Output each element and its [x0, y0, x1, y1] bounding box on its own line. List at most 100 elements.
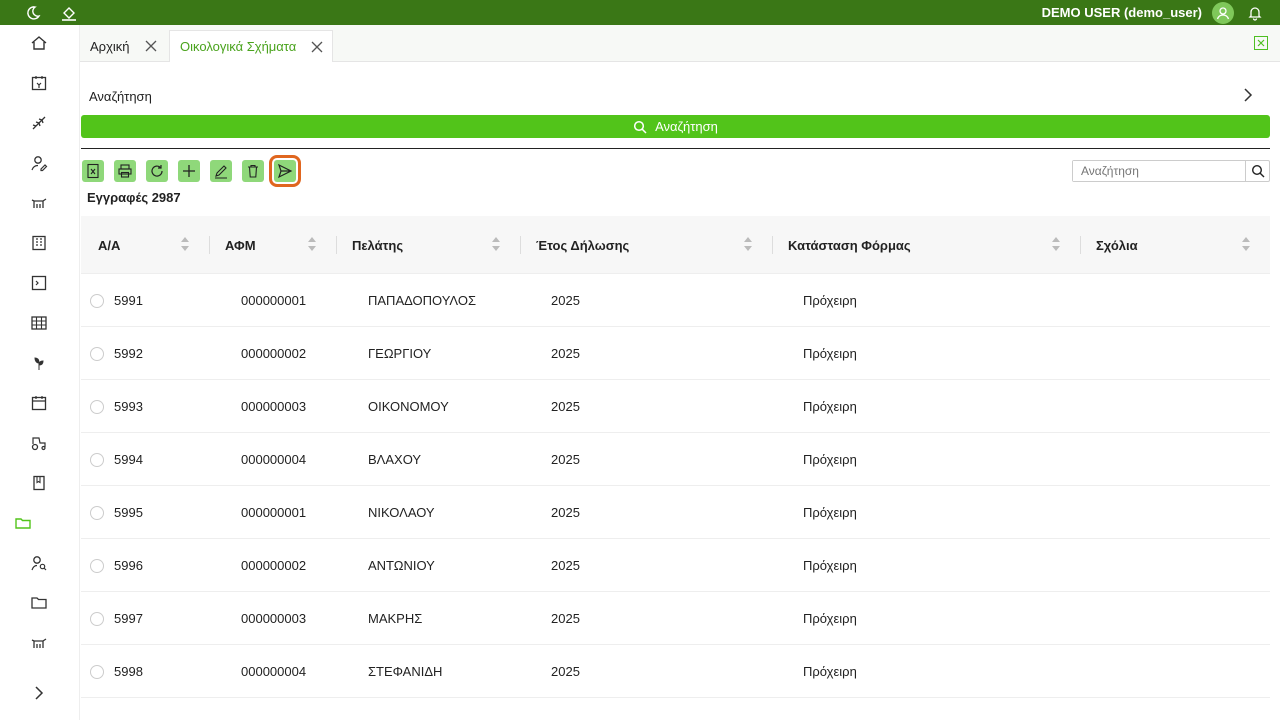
search-input[interactable] — [1073, 161, 1245, 181]
column-separator — [1080, 236, 1081, 254]
cell-client: ΒΛΑΧΟΥ — [368, 452, 422, 467]
search-panel[interactable]: Αναζήτηση — [81, 76, 1270, 116]
table-row[interactable]: 5993 000000003 ΟΙΚΟΝΟΜΟΥ 2025 Πρόχειρη — [81, 380, 1270, 433]
tab-home[interactable]: Αρχική — [80, 30, 166, 62]
search-button-label: Αναζήτηση — [655, 119, 718, 134]
table-row[interactable]: 5998 000000004 ΣΤΕΦΑΝΙΔΗ 2025 Πρόχειρη — [81, 645, 1270, 698]
user-name[interactable]: DEMO USER (demo_user) — [1042, 5, 1202, 20]
cell-afm: 000000003 — [241, 399, 307, 414]
row-radio[interactable] — [90, 453, 104, 467]
tab-bar: Αρχική Οικολογικά Σχήματα — [80, 25, 1280, 62]
export-excel-icon[interactable] — [1254, 36, 1268, 50]
refresh-icon[interactable] — [146, 160, 168, 182]
sort-icon[interactable] — [1240, 233, 1252, 255]
row-radio[interactable] — [90, 612, 104, 626]
cell-afm: 000000002 — [241, 558, 307, 573]
cell-aa: 5991 — [114, 293, 143, 308]
search-icon[interactable] — [1245, 161, 1269, 181]
send-icon[interactable] — [269, 155, 301, 187]
folder-icon[interactable] — [27, 591, 51, 615]
column-header-comments[interactable]: Σχόλια — [1096, 216, 1138, 274]
chevron-right-icon[interactable] — [27, 681, 51, 705]
search-button[interactable]: Αναζήτηση — [81, 115, 1270, 138]
plant-icon[interactable] — [27, 351, 51, 375]
cell-aa: 5996 — [114, 558, 143, 573]
row-radio[interactable] — [90, 347, 104, 361]
user-search-icon[interactable] — [27, 551, 51, 575]
cell-year: 2025 — [551, 452, 580, 467]
home-icon[interactable] — [27, 31, 51, 55]
column-header-status[interactable]: Κατάσταση Φόρμας — [788, 216, 911, 274]
cell-year: 2025 — [551, 611, 580, 626]
table-row[interactable]: 5991 000000001 ΠΑΠΑΔΟΠΟΥΛΟΣ 2025 Πρόχειρ… — [81, 274, 1270, 327]
cow-icon[interactable] — [27, 191, 51, 215]
building-icon[interactable] — [27, 231, 51, 255]
column-header-aa[interactable]: Α/Α — [98, 216, 120, 274]
cell-afm: 000000004 — [241, 664, 307, 679]
sort-icon[interactable] — [1050, 233, 1062, 255]
column-header-afm[interactable]: ΑΦΜ — [225, 216, 256, 274]
bell-icon[interactable] — [1244, 2, 1266, 24]
calendar-icon[interactable] — [27, 391, 51, 415]
table-row[interactable]: 5995 000000001 ΝΙΚΟΛΑΟΥ 2025 Πρόχειρη — [81, 486, 1270, 539]
cell-aa: 5993 — [114, 399, 143, 414]
table-row[interactable]: 5992 000000002 ΓΕΩΡΓΙΟΥ 2025 Πρόχειρη — [81, 327, 1270, 380]
cell-aa: 5998 — [114, 664, 143, 679]
cell-status: Πρόχειρη — [803, 346, 857, 361]
records-count: Εγγραφές 2987 — [87, 190, 181, 205]
cell-status: Πρόχειρη — [803, 452, 857, 467]
sort-icon[interactable] — [490, 233, 502, 255]
folder-open-icon[interactable] — [11, 511, 35, 535]
add-icon[interactable] — [178, 160, 200, 182]
column-header-year[interactable]: Έτος Δήλωσης — [536, 216, 629, 274]
cell-aa: 5992 — [114, 346, 143, 361]
column-header-client[interactable]: Πελάτης — [352, 216, 403, 274]
calendar-money-icon[interactable] — [27, 71, 51, 95]
cell-year: 2025 — [551, 346, 580, 361]
moon-icon[interactable] — [22, 2, 44, 24]
row-radio[interactable] — [90, 400, 104, 414]
search-panel-label: Αναζήτηση — [89, 88, 152, 104]
paint-bucket-icon[interactable] — [58, 2, 80, 24]
cell-client: ΠΑΠΑΔΟΠΟΥΛΟΣ — [368, 293, 476, 308]
chevron-right-icon[interactable] — [1240, 87, 1256, 106]
row-radio[interactable] — [90, 559, 104, 573]
cell-status: Πρόχειρη — [803, 505, 857, 520]
book-icon[interactable] — [27, 471, 51, 495]
sort-icon[interactable] — [306, 233, 318, 255]
close-icon[interactable] — [308, 38, 326, 56]
row-radio[interactable] — [90, 665, 104, 679]
table-row[interactable]: 5997 000000003 ΜΑΚΡΗΣ 2025 Πρόχειρη — [81, 592, 1270, 645]
tab-eco-schemes[interactable]: Οικολογικά Σχήματα — [169, 30, 334, 62]
divider — [81, 148, 1270, 149]
edit-icon[interactable] — [210, 160, 232, 182]
excel-icon[interactable] — [82, 160, 104, 182]
print-icon[interactable] — [114, 160, 136, 182]
sort-icon[interactable] — [179, 233, 191, 255]
cell-year: 2025 — [551, 293, 580, 308]
cell-aa: 5997 — [114, 611, 143, 626]
user-edit-icon[interactable] — [27, 151, 51, 175]
cell-status: Πρόχειρη — [803, 611, 857, 626]
row-radio[interactable] — [90, 506, 104, 520]
wheat-icon[interactable] — [27, 111, 51, 135]
cell-client: ΣΤΕΦΑΝΙΔΗ — [368, 664, 443, 679]
terminal-icon[interactable] — [27, 271, 51, 295]
table-row[interactable]: 5994 000000004 ΒΛΑΧΟΥ 2025 Πρόχειρη — [81, 433, 1270, 486]
column-separator — [209, 236, 210, 254]
table-icon[interactable] — [27, 311, 51, 335]
row-radio[interactable] — [90, 294, 104, 308]
tab-label: Αρχική — [90, 38, 130, 54]
top-bar: DEMO USER (demo_user) — [0, 0, 1280, 25]
tractor-icon[interactable] — [27, 431, 51, 455]
table-row[interactable]: 5996 000000002 ΑΝΤΩΝΙΟΥ 2025 Πρόχειρη — [81, 539, 1270, 592]
delete-icon[interactable] — [242, 160, 264, 182]
close-icon[interactable] — [142, 37, 160, 55]
cell-afm: 000000004 — [241, 452, 307, 467]
user-avatar-icon[interactable] — [1212, 1, 1234, 24]
column-separator — [520, 236, 521, 254]
column-separator — [772, 236, 773, 254]
cow-icon[interactable] — [27, 631, 51, 655]
sort-icon[interactable] — [742, 233, 754, 255]
tab-label: Οικολογικά Σχήματα — [180, 39, 297, 54]
